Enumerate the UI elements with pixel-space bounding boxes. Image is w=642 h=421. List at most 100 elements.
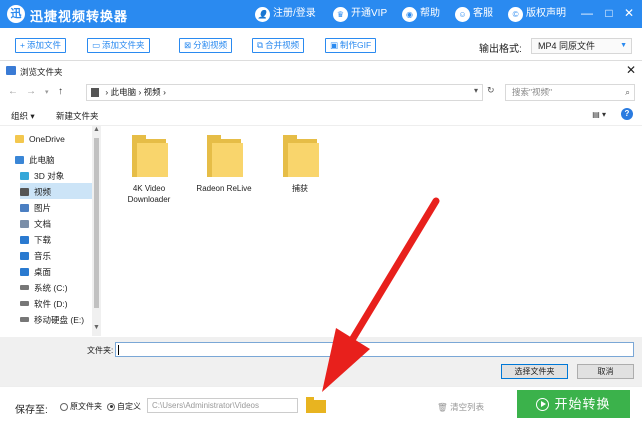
radio-original-folder[interactable]: 原文件夹 — [60, 401, 102, 412]
computer-icon — [15, 155, 24, 164]
nav-item-label: 桌面 — [34, 266, 52, 277]
user-icon: 👤 — [255, 6, 270, 22]
nav-item-label: 系统 (C:) — [34, 282, 68, 293]
help-label: 帮助 — [420, 8, 440, 19]
search-placeholder: 搜索"视频" — [512, 87, 553, 97]
up-icon[interactable]: ↑ — [58, 86, 63, 97]
folder-name-input[interactable] — [115, 342, 634, 357]
3d-objects-icon — [20, 171, 29, 180]
merge-video-label: 合并视频 — [265, 40, 300, 50]
support-label: 客服 — [473, 8, 493, 19]
help-link[interactable]: ◉ 帮助 — [402, 6, 440, 22]
split-video-button[interactable]: ⊠ 分割视频 — [179, 38, 233, 53]
dialog-title: 浏览文件夹 — [20, 67, 63, 77]
radio-on-icon — [107, 402, 115, 411]
address-bar[interactable]: › 此电脑 › 视频 › — [86, 84, 483, 101]
bottom-bar: 保存至: 原文件夹 自定义 C:\Users\Administrator\Vid… — [0, 386, 642, 421]
nav-item-label: 音乐 — [34, 250, 52, 261]
start-convert-label: 开始转换 — [554, 396, 611, 412]
clear-list-label: 清空列表 — [450, 402, 485, 412]
folder-icon — [130, 133, 168, 177]
video-folder-icon — [20, 187, 29, 196]
downloads-icon — [20, 235, 29, 244]
vip-link[interactable]: ♛ 开通VIP — [333, 6, 387, 22]
new-folder-button[interactable]: 新建文件夹 — [56, 110, 99, 122]
onedrive-folder-icon — [15, 134, 24, 143]
folder-label: 4K Video Downloader — [127, 184, 171, 204]
radio-custom-label: 自定义 — [117, 402, 141, 411]
vip-label: 开通VIP — [351, 8, 388, 19]
output-format-select[interactable]: MP4 同原文件 ▼ — [531, 38, 632, 54]
dialog-title-bar: 浏览文件夹 ✕ — [0, 61, 642, 81]
maximize-button[interactable]: □ — [601, 5, 617, 21]
open-folder-icon[interactable] — [306, 397, 326, 413]
nav-pane-scrollbar[interactable]: ▲ ▼ — [92, 126, 101, 336]
scroll-up-icon[interactable]: ▲ — [93, 126, 100, 133]
nav-item-label: 下载 — [34, 234, 52, 245]
nav-item-label: 软件 (D:) — [34, 298, 68, 309]
title-bar: 迅 迅捷视频转换器 👤 注册/登录 ♛ 开通VIP ◉ 帮助 ☺ 客服 © 版权声明 — … — [0, 0, 642, 28]
filename-row: 文件夹: 选择文件夹 取消 — [0, 337, 642, 387]
app-logo: 迅 — [7, 5, 25, 23]
nav-item-videos[interactable]: 视频 — [20, 183, 92, 199]
make-gif-button[interactable]: ▣ 制作GIF — [325, 38, 377, 53]
view-options-icon[interactable]: ▤ ▾ — [592, 110, 606, 119]
desktop-icon — [20, 267, 29, 276]
forward-icon[interactable]: → — [26, 86, 36, 97]
nav-item-label: 文档 — [34, 218, 52, 229]
start-convert-button[interactable]: 开始转换 — [517, 390, 630, 418]
nav-item-label: 此电脑 — [29, 154, 55, 165]
help-icon[interactable]: ? — [621, 108, 633, 120]
folder-icon — [281, 133, 319, 177]
drive-icon — [20, 317, 29, 323]
plus-icon: + — [20, 40, 25, 50]
add-folder-button[interactable]: ▭ 添加文件夹 — [87, 38, 150, 53]
output-path-input[interactable]: C:\Users\Administrator\Videos — [147, 398, 298, 413]
radio-custom[interactable]: 自定义 — [107, 401, 141, 412]
scroll-down-icon[interactable]: ▼ — [93, 324, 100, 331]
folder-item-4k-video-downloader[interactable]: 4K Video Downloader — [119, 133, 179, 205]
merge-video-button[interactable]: ⧉ 合并视频 — [252, 38, 305, 53]
split-icon: ⊠ — [184, 40, 192, 50]
recent-dropdown-icon[interactable]: ▾ — [45, 88, 49, 96]
folder-name-label: 文件夹: — [87, 346, 114, 355]
breadcrumb-sep-icon: › — [163, 87, 166, 97]
documents-icon — [20, 219, 29, 228]
refresh-icon[interactable]: ↻ — [487, 85, 495, 96]
converter-app: { "app": {"title": "迅捷视频转换器", "logo_text… — [0, 0, 642, 421]
select-folder-button[interactable]: 选择文件夹 — [501, 364, 568, 379]
text-caret — [118, 345, 119, 355]
command-bar: 组织 ▾ 新建文件夹 ▤ ▾ ? — [0, 104, 642, 126]
address-dropdown-icon[interactable]: ▾ — [474, 86, 478, 95]
organize-menu[interactable]: 组织 ▾ — [11, 110, 35, 122]
dialog-app-icon — [6, 66, 16, 75]
drive-icon — [20, 301, 29, 307]
make-gif-label: 制作GIF — [340, 40, 372, 50]
dialog-close-icon[interactable]: ✕ — [626, 63, 636, 77]
play-icon — [536, 398, 550, 412]
breadcrumb-videos[interactable]: 视频 — [144, 87, 161, 97]
dialog-cancel-button[interactable]: 取消 — [577, 364, 634, 379]
back-icon[interactable]: ← — [8, 86, 18, 97]
folder-label: 捕获 — [292, 184, 308, 193]
copyright-label: 版权声明 — [526, 8, 566, 19]
output-format-label: 输出格式: — [479, 44, 522, 55]
support-link[interactable]: ☺ 客服 — [455, 6, 493, 22]
breadcrumb-this-pc[interactable]: 此电脑 — [111, 87, 137, 97]
register-login-link[interactable]: 👤 注册/登录 — [255, 6, 316, 22]
address-row: ← → ▾ ↑ › 此电脑 › 视频 › ▾ ↻ 搜索"视频" ⌕ — [0, 82, 642, 104]
radio-off-icon — [60, 402, 68, 411]
copyright-link[interactable]: © 版权声明 — [508, 6, 566, 22]
folder-item-radeon-relive[interactable]: Radeon ReLive — [194, 133, 254, 194]
scrollbar-thumb[interactable] — [94, 138, 99, 308]
merge-icon: ⧉ — [257, 40, 264, 50]
register-login-label: 注册/登录 — [273, 8, 316, 19]
minimize-button[interactable]: — — [579, 5, 595, 21]
music-icon — [20, 251, 29, 260]
add-file-button[interactable]: + 添加文件 — [15, 38, 66, 53]
folder-item-capture[interactable]: 捕获 — [270, 133, 330, 194]
clear-list-button[interactable]: 🗑 清空列表 — [437, 401, 484, 413]
copyright-icon: © — [508, 6, 523, 22]
search-input[interactable]: 搜索"视频" ⌕ — [505, 84, 635, 101]
close-button[interactable]: ✕ — [621, 5, 637, 21]
